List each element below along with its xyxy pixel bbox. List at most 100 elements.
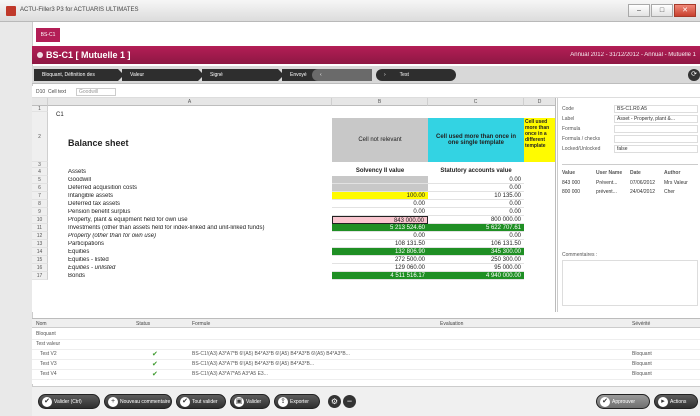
save-button[interactable]: ▣ Valider xyxy=(230,394,270,409)
row-number[interactable]: 16 xyxy=(32,264,48,272)
statutory-value-cell[interactable]: 95 000.00 xyxy=(428,264,524,272)
solvency-value-cell[interactable]: 0.00 xyxy=(332,232,428,240)
refresh-icon[interactable]: ⟳ xyxy=(688,69,700,81)
solvency-value-cell[interactable]: 100.00 xyxy=(332,192,428,200)
row-label: Assets xyxy=(68,169,87,175)
col-head-d[interactable]: D xyxy=(524,98,555,106)
minus-icon[interactable]: − xyxy=(343,395,356,408)
validation-severity: Bloquant xyxy=(632,361,652,367)
property-value[interactable]: Asset - Property, plant &... xyxy=(614,115,698,123)
statutory-value-cell[interactable]: 0.00 xyxy=(428,184,524,192)
spreadsheet-grid[interactable]: A B C D C1 Balance sheet Cell not releva… xyxy=(32,98,556,312)
row-number[interactable]: 15 xyxy=(32,256,48,264)
row-number[interactable]: 14 xyxy=(32,248,48,256)
row-label: Bonds xyxy=(68,273,86,279)
corner-cell xyxy=(32,98,48,106)
document-title: BS-C1 [ Mutuelle 1 ] xyxy=(46,50,131,60)
solvency-value-cell[interactable]: 272 500.00 xyxy=(332,256,428,264)
row-number[interactable]: 6 xyxy=(32,184,48,192)
button-label: Approuver xyxy=(612,399,636,405)
col-formula[interactable]: Formule xyxy=(192,321,210,327)
approve-button[interactable]: ✔ Approuver xyxy=(596,394,650,409)
row-number[interactable]: 4 xyxy=(32,168,48,176)
step-nav-prev[interactable]: ‹ xyxy=(312,69,372,81)
property-value[interactable] xyxy=(614,135,698,143)
property-value[interactable]: BS-C1.R0.A5 xyxy=(614,105,698,113)
col-name[interactable]: Nom xyxy=(36,321,47,327)
property-value[interactable] xyxy=(614,125,698,133)
row-number[interactable]: 7 xyxy=(32,192,48,200)
row-number[interactable]: 17 xyxy=(32,272,48,280)
solvency-value-cell[interactable]: 0.00 xyxy=(332,200,428,208)
statutory-value-cell[interactable]: 0.00 xyxy=(428,176,524,184)
step-test[interactable]: › Test xyxy=(376,69,456,81)
validation-severity: Bloquant xyxy=(632,371,652,377)
new-comment-button[interactable]: + Nouveau commentaire xyxy=(104,394,172,409)
window-title: ACTU-Filler3 P3 for ACTUARIS ULTIMATES xyxy=(20,7,139,13)
maximize-button[interactable]: □ xyxy=(651,4,673,17)
col-status[interactable]: Status xyxy=(136,321,150,327)
check-icon: ✔ xyxy=(152,351,158,358)
close-button[interactable]: ✕ xyxy=(674,4,696,17)
row-number[interactable]: 5 xyxy=(32,176,48,184)
col-head-c[interactable]: C xyxy=(428,98,524,106)
col-head-a[interactable]: A xyxy=(48,98,332,106)
history-header[interactable]: User Name xyxy=(596,170,622,176)
row-number[interactable]: 9 xyxy=(32,208,48,216)
check-all-icon: ✔ xyxy=(180,397,190,407)
solvency-value-cell[interactable]: 5 213 524.60 xyxy=(332,224,428,232)
col-evaluation[interactable]: Evaluation xyxy=(440,321,463,327)
settings-icon[interactable]: ⚙ xyxy=(328,395,341,408)
minimize-button[interactable]: – xyxy=(628,4,650,17)
app-icon xyxy=(6,6,16,16)
solvency-value-cell[interactable]: 4 511 516.17 xyxy=(332,272,428,280)
col-head-b[interactable]: B xyxy=(332,98,428,106)
property-label: Formula / checks xyxy=(562,136,601,142)
solvency-value-cell[interactable] xyxy=(332,184,428,192)
statutory-value-cell[interactable]: 5 622 707.61 xyxy=(428,224,524,232)
statutory-value-cell[interactable]: 250 300.00 xyxy=(428,256,524,264)
history-header[interactable]: Value xyxy=(562,170,575,176)
solvency-value-cell[interactable] xyxy=(332,176,428,184)
validation-row[interactable] xyxy=(32,340,700,350)
comments-area[interactable] xyxy=(562,260,698,306)
validate-button[interactable]: ✔ Valider (Ctrl) xyxy=(38,394,100,409)
history-cell: 800 000 xyxy=(562,189,581,195)
validation-row[interactable] xyxy=(32,330,700,340)
row-number[interactable]: 13 xyxy=(32,240,48,248)
actions-button[interactable]: ▸ Actions xyxy=(654,394,698,409)
row-label: Goodwill xyxy=(68,177,92,183)
row-number[interactable]: 8 xyxy=(32,200,48,208)
col-severity[interactable]: Sévérité xyxy=(632,321,650,327)
workflow-steps: Bloquant, Définition des Valeur Signé En… xyxy=(32,66,700,84)
statutory-value-cell[interactable]: 345 300.00 xyxy=(428,248,524,256)
row-number[interactable]: 11 xyxy=(32,224,48,232)
step-value[interactable]: Valeur xyxy=(122,69,204,81)
solvency-value-cell[interactable]: 129 060.00 xyxy=(332,264,428,272)
row-label: Equities - listed xyxy=(68,257,109,263)
row-number[interactable]: 12 xyxy=(32,232,48,240)
brand-tab[interactable]: BS-C1 xyxy=(36,28,60,42)
statutory-value-cell[interactable]: 800 000.00 xyxy=(428,216,524,224)
step-signed[interactable]: Signé xyxy=(202,69,284,81)
cell-text-input[interactable]: Goodwill xyxy=(76,88,116,96)
statutory-value-cell[interactable]: 0.00 xyxy=(428,200,524,208)
property-value[interactable]: false xyxy=(614,145,698,153)
export-button[interactable]: ⇪ Exporter xyxy=(274,394,320,409)
solvency-value-cell[interactable]: 108 131.50 xyxy=(332,240,428,248)
statutory-value-cell[interactable]: 4 940 000.00 xyxy=(428,272,524,280)
row-number[interactable]: 10 xyxy=(32,216,48,224)
validation-name: Test V2 xyxy=(40,351,57,357)
step-definition[interactable]: Bloquant, Définition des xyxy=(34,69,124,81)
history-header[interactable]: Author xyxy=(664,170,680,176)
solvency-value-cell[interactable]: 132 806.90 xyxy=(332,248,428,256)
validate-all-button[interactable]: ✔ Tout valider xyxy=(176,394,226,409)
statutory-value-cell[interactable]: 106 131.50 xyxy=(428,240,524,248)
statutory-value-cell[interactable]: 10 135.00 xyxy=(428,192,524,200)
solvency-value-cell[interactable]: 843 000.00 xyxy=(332,216,428,224)
statutory-value-cell[interactable]: 0.00 xyxy=(428,208,524,216)
row-number[interactable]: 2 xyxy=(32,112,48,162)
solvency-value-cell[interactable]: 0.00 xyxy=(332,208,428,216)
statutory-value-cell[interactable]: 0.00 xyxy=(428,232,524,240)
history-header[interactable]: Date xyxy=(630,170,641,176)
